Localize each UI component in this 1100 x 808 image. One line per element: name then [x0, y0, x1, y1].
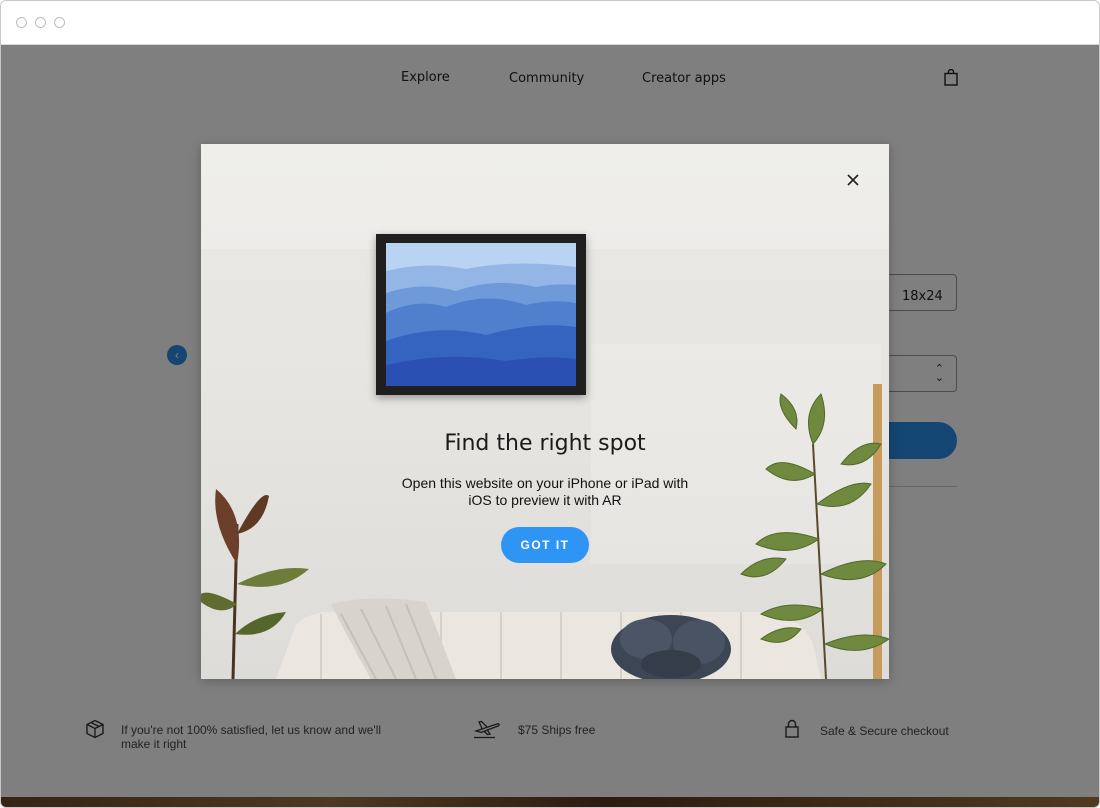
- living-room-scene: [201, 384, 889, 679]
- modal-title: Find the right spot: [444, 431, 646, 456]
- window-close-dot[interactable]: [16, 17, 27, 28]
- modal-description-line-2: iOS to preview it with AR: [468, 492, 622, 508]
- window-minimize-dot[interactable]: [35, 17, 46, 28]
- modal-description-line-1: Open this website on your iPhone or iPad…: [401, 475, 689, 491]
- modal-description: Open this website on your iPhone or iPad…: [395, 475, 695, 509]
- framed-artwork: [376, 234, 586, 395]
- mountain-print-image: [386, 243, 576, 386]
- window-zoom-dot[interactable]: [54, 17, 65, 28]
- title-bar: [1, 1, 1099, 45]
- close-icon[interactable]: [844, 171, 862, 189]
- browser-window: Explore Community Creator apps ‹ 18x24 ⌃…: [0, 0, 1100, 808]
- ar-preview-modal: Find the right spot Open this website on…: [201, 144, 889, 679]
- got-it-button[interactable]: GOT IT: [501, 527, 589, 563]
